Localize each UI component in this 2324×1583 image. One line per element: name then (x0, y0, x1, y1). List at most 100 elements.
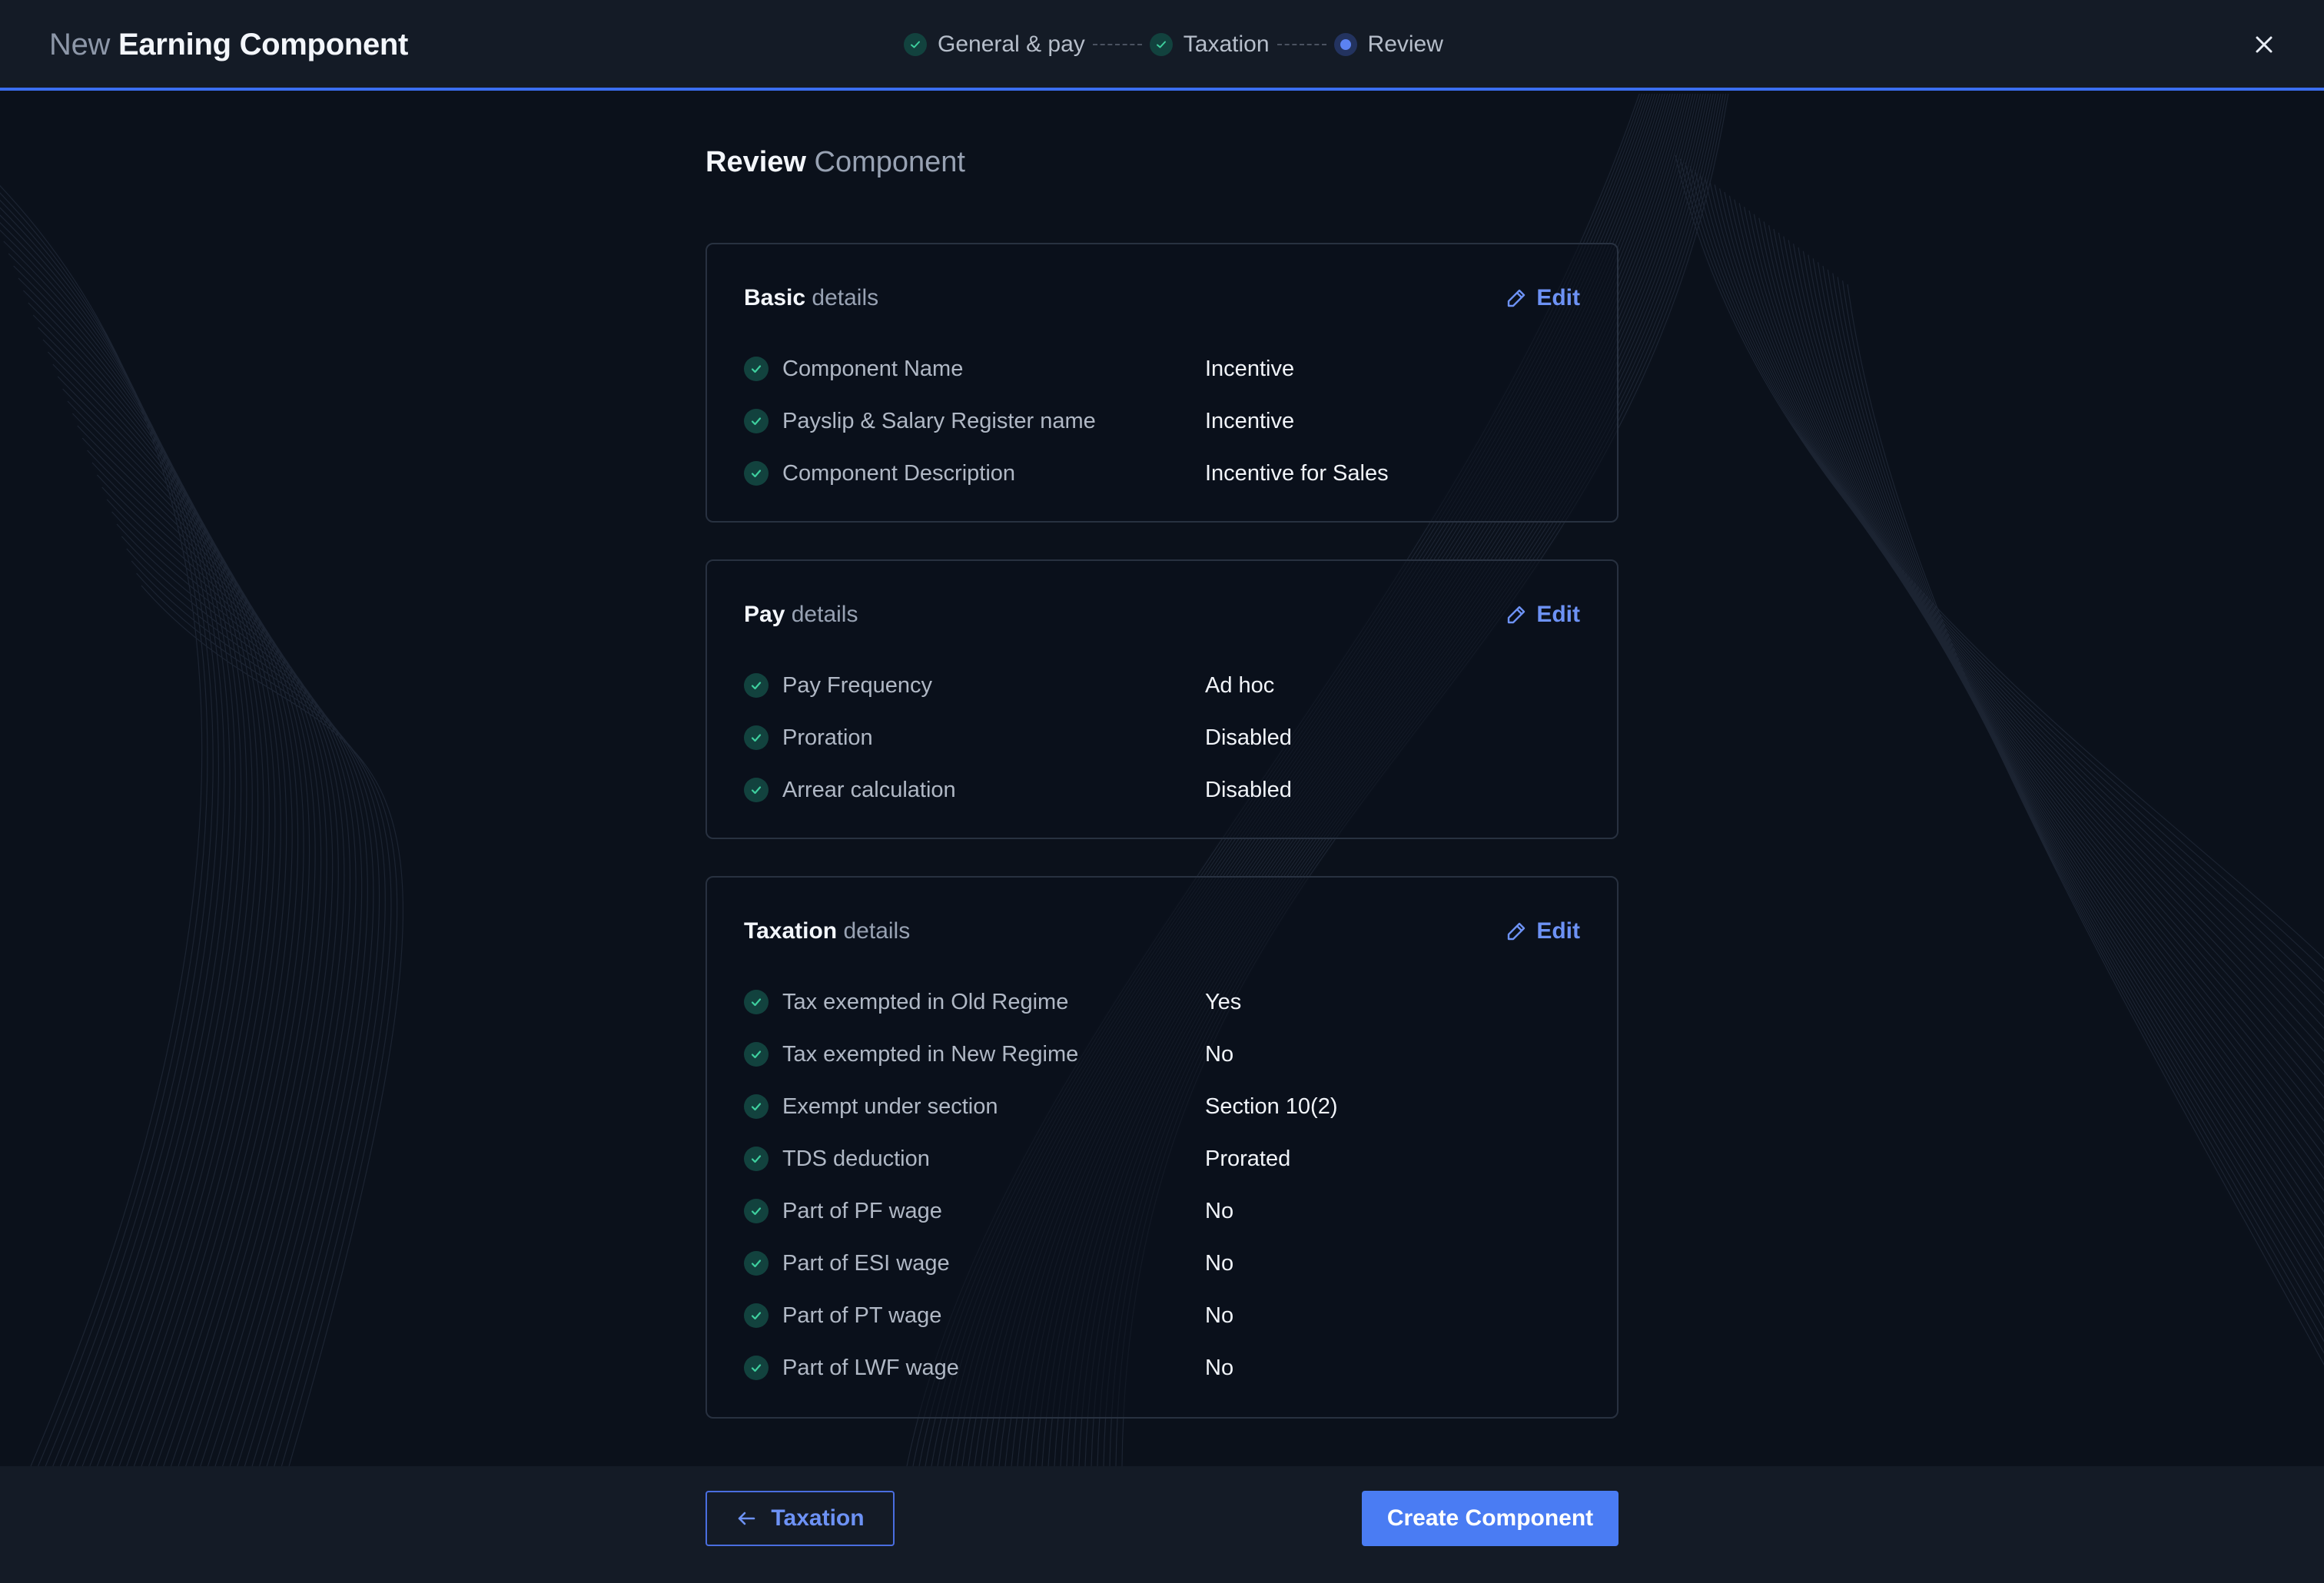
detail-value: Disabled (1205, 725, 1292, 750)
basic-details-card: Basic details Edit Component Name Incenti… (706, 243, 1618, 523)
title-main: Earning Component (118, 28, 409, 61)
detail-label: Part of PT wage (782, 1303, 942, 1328)
detail-row: Arrear calculation Disabled (744, 764, 1583, 816)
detail-value: Incentive (1205, 356, 1295, 381)
card-title: Taxation details (744, 916, 910, 947)
top-bar: New Earning Component General & pay Taxa… (0, 0, 2324, 91)
check-circle-icon (744, 673, 769, 698)
back-label: Taxation (771, 1505, 865, 1531)
detail-row: Exempt under section Section 10(2) (744, 1080, 1583, 1133)
create-component-button[interactable]: Create Component (1362, 1491, 1618, 1546)
detail-row: Pay Frequency Ad hoc (744, 659, 1583, 712)
title-prefix: New (49, 28, 111, 61)
check-icon (1149, 33, 1173, 56)
step-label: Taxation (1183, 32, 1270, 57)
detail-value: No (1205, 1303, 1234, 1328)
detail-row: Part of PT wage No (744, 1289, 1583, 1342)
edit-pay-button[interactable]: Edit (1506, 598, 1580, 632)
edit-basic-button[interactable]: Edit (1506, 281, 1580, 315)
card-title-light: details (843, 918, 911, 944)
detail-value: Prorated (1205, 1146, 1291, 1171)
detail-row: Tax exempted in New Regime No (744, 1028, 1583, 1080)
detail-label: Payslip & Salary Register name (782, 408, 1096, 433)
detail-label: Exempt under section (782, 1093, 998, 1119)
detail-value: Disabled (1205, 777, 1292, 802)
check-circle-icon (744, 1303, 769, 1328)
current-step-icon (1333, 33, 1357, 56)
detail-row: Tax exempted in Old Regime Yes (744, 976, 1583, 1028)
detail-row: Proration Disabled (744, 712, 1583, 764)
edit-label: Edit (1536, 602, 1580, 627)
footer-bar: Taxation Create Component (0, 1466, 2324, 1583)
check-circle-icon (744, 725, 769, 750)
step-taxation[interactable]: Taxation (1149, 32, 1270, 58)
check-circle-icon (744, 1199, 769, 1223)
detail-label: Pay Frequency (782, 672, 933, 698)
detail-label: Tax exempted in Old Regime (782, 989, 1069, 1014)
card-title-bold: Pay (744, 602, 785, 627)
stepper: General & pay Taxation Review (904, 28, 1443, 61)
close-icon (2256, 36, 2273, 53)
card-title-bold: Basic (744, 285, 806, 310)
detail-label: Part of LWF wage (782, 1355, 959, 1380)
back-to-taxation-button[interactable]: Taxation (706, 1491, 895, 1546)
check-circle-icon (744, 1147, 769, 1171)
detail-value: No (1205, 1041, 1234, 1067)
check-circle-icon (744, 990, 769, 1014)
detail-value: Ad hoc (1205, 672, 1275, 698)
detail-value: Incentive (1205, 408, 1295, 433)
main-area: Review Component Basic details Edit Comp… (0, 94, 2324, 1466)
step-label: Review (1367, 32, 1443, 57)
card-title-light: details (812, 285, 879, 310)
step-label: General & pay (938, 32, 1085, 57)
check-circle-icon (744, 409, 769, 433)
edit-label: Edit (1536, 285, 1580, 310)
detail-label: Tax exempted in New Regime (782, 1041, 1079, 1067)
check-circle-icon (744, 1356, 769, 1380)
page-heading: Review Component (706, 143, 965, 181)
heading-bold: Review (706, 146, 806, 178)
detail-value: Yes (1205, 989, 1242, 1014)
detail-row: Component Description Incentive for Sales (744, 447, 1583, 499)
check-circle-icon (744, 357, 769, 381)
detail-rows: Pay Frequency Ad hoc Proration Disabled Arre… (744, 659, 1583, 816)
card-title-light: details (791, 602, 858, 627)
close-button[interactable] (2249, 29, 2279, 60)
detail-row: TDS deduction Prorated (744, 1133, 1583, 1185)
detail-rows: Component Name Incentive Payslip & Salary … (744, 343, 1583, 499)
create-label: Create Component (1386, 1505, 1594, 1531)
pay-details-card: Pay details Edit Pay Frequency Ad hoc Pror… (706, 559, 1618, 839)
check-circle-icon (744, 1094, 769, 1119)
check-circle-icon (744, 778, 769, 802)
step-connector (1092, 44, 1142, 45)
pencil-icon (1506, 287, 1527, 309)
detail-row: Part of LWF wage No (744, 1342, 1583, 1394)
detail-row: Component Name Incentive (744, 343, 1583, 395)
detail-label: Arrear calculation (782, 777, 956, 802)
detail-value: Section 10(2) (1205, 1093, 1338, 1119)
detail-rows: Tax exempted in Old Regime Yes Tax exempte… (744, 976, 1583, 1394)
taxation-details-card: Taxation details Edit Tax exempted in Ol… (706, 876, 1618, 1419)
detail-row: Part of PF wage No (744, 1185, 1583, 1237)
card-title: Pay details (744, 599, 858, 630)
pencil-icon (1506, 604, 1527, 626)
check-icon (904, 33, 927, 56)
arrow-left-icon (735, 1508, 757, 1529)
detail-value: No (1205, 1198, 1234, 1223)
edit-taxation-button[interactable]: Edit (1506, 914, 1580, 948)
step-general-pay[interactable]: General & pay (904, 32, 1085, 58)
pencil-icon (1506, 921, 1527, 942)
detail-label: Component Description (782, 460, 1016, 486)
detail-row: Payslip & Salary Register name Incentive (744, 395, 1583, 447)
heading-light: Component (814, 146, 965, 178)
detail-label: Component Name (782, 356, 964, 381)
detail-label: Proration (782, 725, 873, 750)
detail-value: No (1205, 1250, 1234, 1276)
card-title-bold: Taxation (744, 918, 838, 944)
detail-label: TDS deduction (782, 1146, 930, 1171)
check-circle-icon (744, 461, 769, 486)
detail-label: Part of PF wage (782, 1198, 942, 1223)
step-review[interactable]: Review (1333, 32, 1443, 58)
page-title: New Earning Component (49, 23, 408, 66)
detail-value: No (1205, 1355, 1234, 1380)
